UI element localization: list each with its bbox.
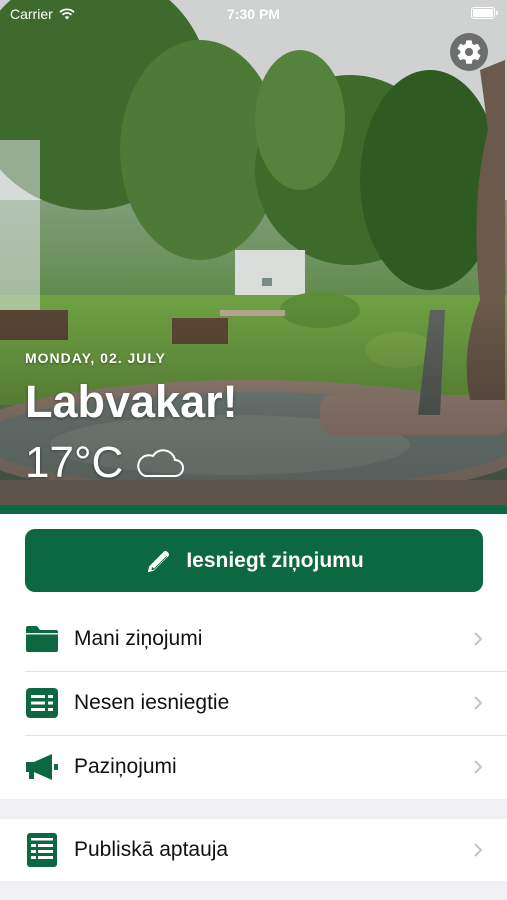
menu-item-public-survey[interactable]: Publiskā aptauja — [0, 819, 507, 881]
menu-item-label: Nesen iesniegtie — [74, 691, 230, 714]
folder-icon — [25, 622, 59, 656]
list-icon — [25, 686, 59, 720]
menu-item-recent[interactable]: Nesen iesniegtie — [0, 671, 507, 735]
hero-image: Carrier 7:30 PM MONDAY, 02. JULY Labvaka… — [0, 0, 507, 507]
menu-list: Mani ziņojumi Nesen iesniegtie Paziņojum… — [0, 607, 507, 799]
status-time: 7:30 PM — [227, 6, 280, 22]
chevron-right-icon — [474, 760, 483, 774]
submit-report-label: Iesniegt ziņojumu — [186, 548, 364, 572]
gear-icon — [457, 40, 481, 64]
submit-report-button[interactable]: Iesniegt ziņojumu — [25, 529, 483, 592]
secondary-menu-list: Publiskā aptauja — [0, 819, 507, 881]
menu-item-announcements[interactable]: Paziņojumi — [0, 735, 507, 799]
menu-item-label: Paziņojumi — [74, 755, 177, 778]
chevron-right-icon — [474, 843, 483, 857]
temperature: 17°C — [25, 438, 124, 487]
megaphone-icon — [25, 750, 59, 784]
greeting-title: Labvakar! — [25, 376, 238, 427]
menu-item-label: Publiskā aptauja — [74, 838, 229, 861]
pencil-icon — [148, 550, 170, 572]
survey-icon — [25, 833, 59, 867]
settings-button[interactable] — [450, 33, 488, 71]
cloud-icon — [137, 449, 185, 477]
menu-item-my-reports[interactable]: Mani ziņojumi — [0, 607, 507, 671]
submit-section: Iesniegt ziņojumu — [0, 514, 507, 607]
accent-strip — [0, 505, 507, 514]
chevron-right-icon — [474, 632, 483, 646]
chevron-right-icon — [474, 696, 483, 710]
menu-item-label: Mani ziņojumi — [74, 627, 203, 650]
battery-icon — [471, 7, 498, 19]
status-bar: Carrier 7:30 PM — [0, 0, 507, 28]
date-label: MONDAY, 02. JULY — [25, 350, 167, 366]
weather-summary: 17°C — [25, 438, 185, 488]
